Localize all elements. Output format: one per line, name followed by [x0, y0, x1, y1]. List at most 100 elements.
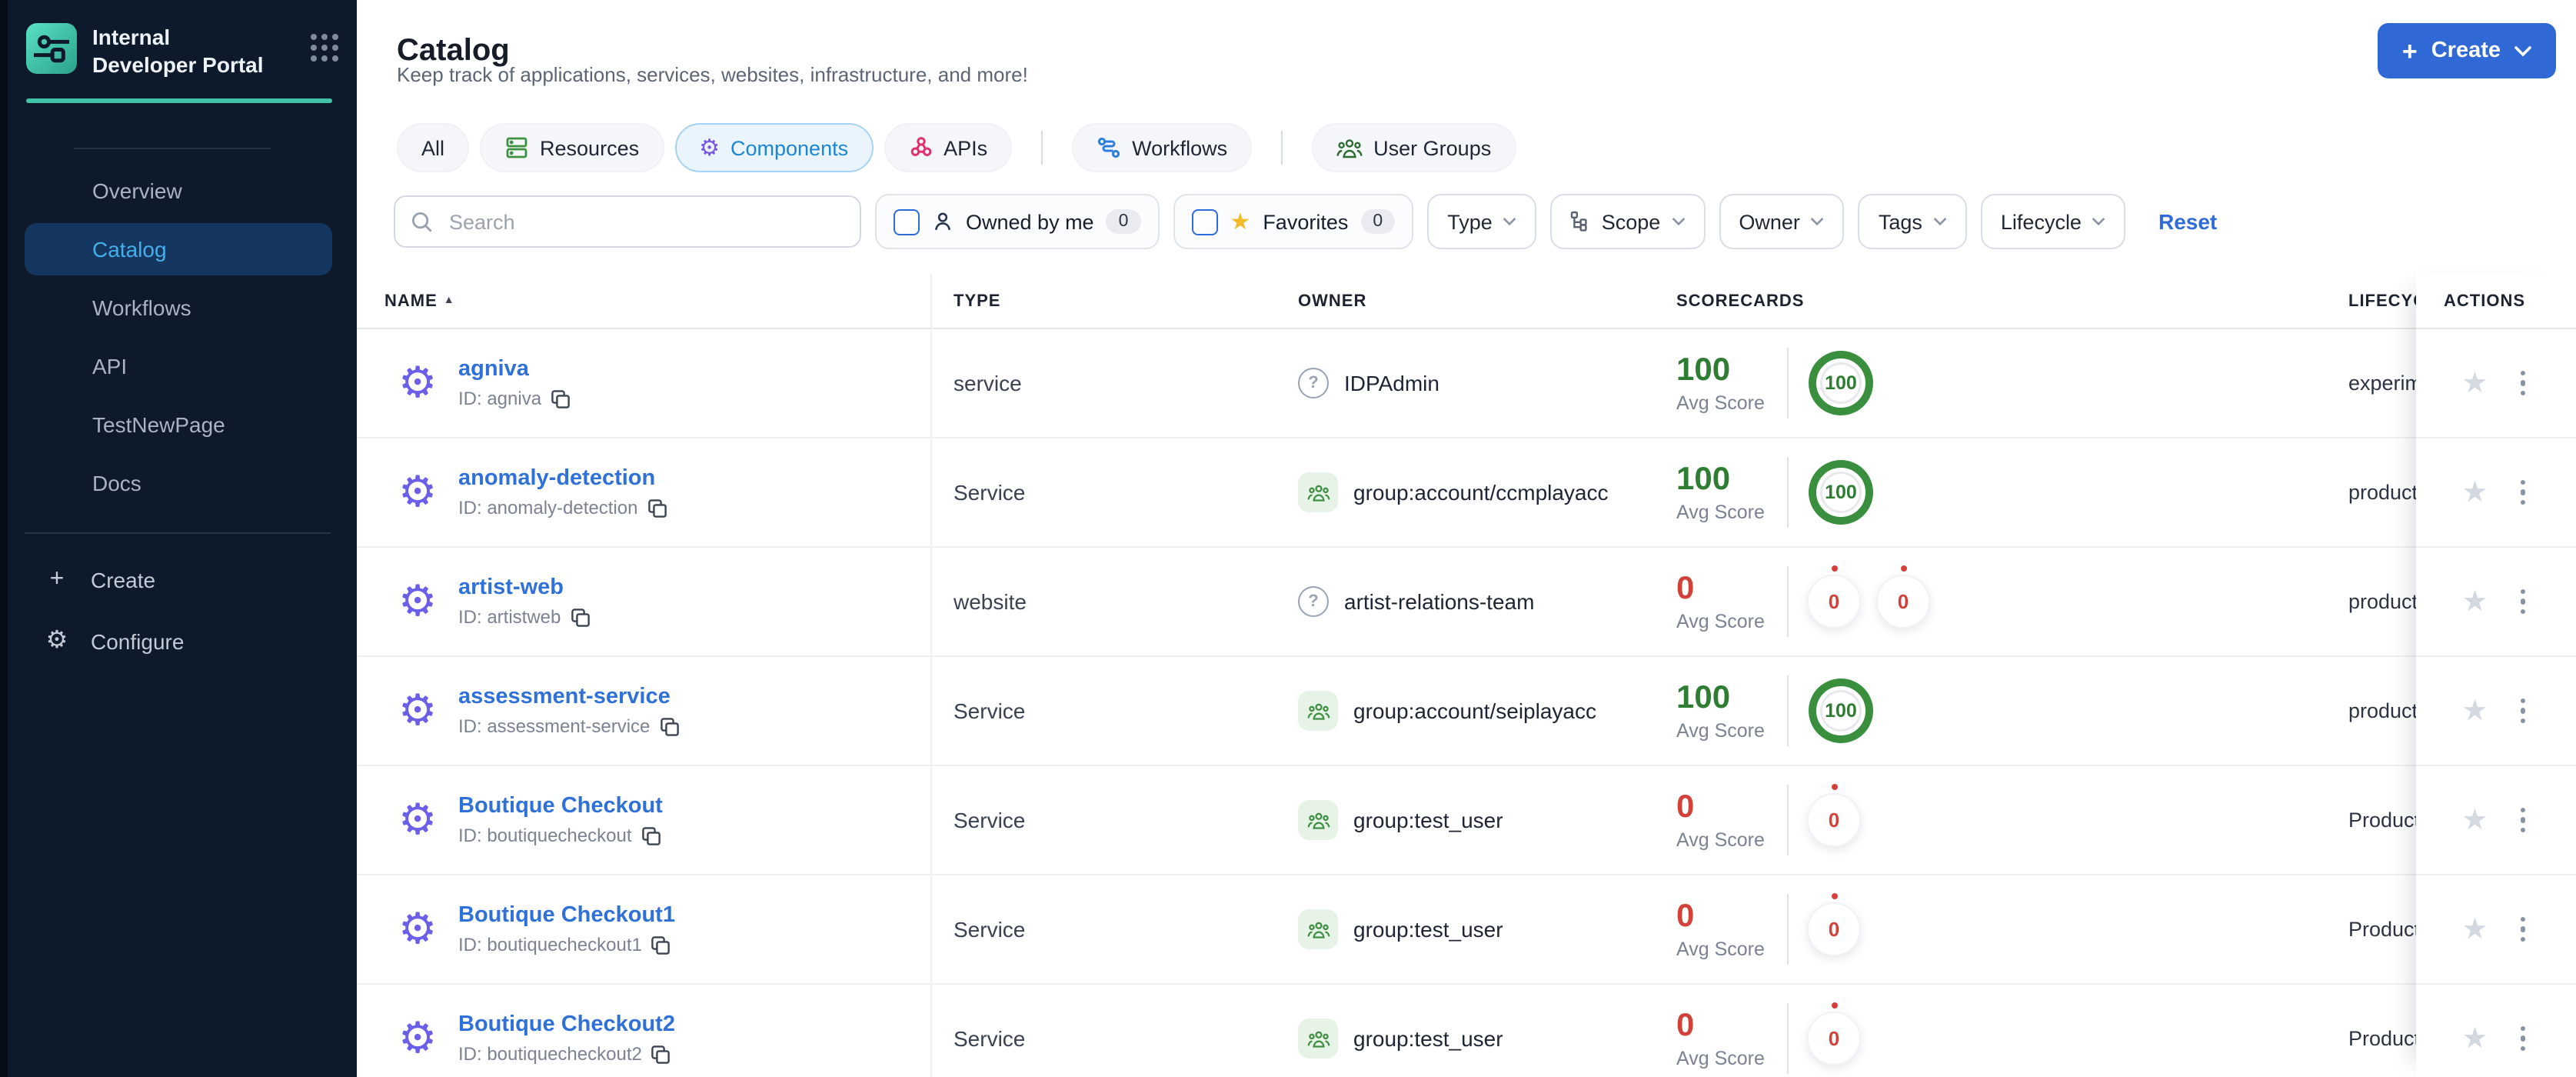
component-name-link[interactable]: Boutique Checkout [458, 794, 663, 819]
favorite-star-icon[interactable]: ★ [2461, 478, 2488, 507]
owned-by-me-checkbox[interactable] [894, 208, 920, 235]
owner-name: group:account/seiplayacc [1353, 699, 1596, 723]
table-row[interactable]: ⚙ Boutique Checkout1 ID: boutiquecheckou… [357, 875, 2576, 985]
scope-dropdown[interactable]: Scope [1550, 194, 1706, 249]
tags-dropdown[interactable]: Tags [1858, 194, 1967, 249]
kebab-menu-icon[interactable] [2516, 803, 2531, 838]
copy-icon[interactable] [651, 935, 671, 955]
owned-by-me-filter[interactable]: Owned by me 0 [875, 194, 1160, 249]
copy-icon[interactable] [651, 1044, 671, 1064]
tab-components[interactable]: ⚙ Components [674, 123, 874, 172]
star-icon: ★ [1230, 208, 1251, 235]
sidebar-item-workflows[interactable]: Workflows [0, 278, 357, 337]
chevron-down-icon [1933, 217, 1947, 226]
question-icon: ? [1298, 368, 1329, 398]
sidebar-create-label: Create [91, 568, 156, 592]
owner-name: group:test_user [1353, 1026, 1503, 1051]
owner-cell: group:account/ccmplayacc [1298, 472, 1609, 512]
app-switcher-icon[interactable] [311, 34, 338, 62]
nav-divider [74, 148, 271, 149]
table-row[interactable]: ⚙ anomaly-detection ID: anomaly-detectio… [357, 438, 2576, 548]
apis-icon [908, 135, 933, 160]
favorite-star-icon[interactable]: ★ [2461, 1024, 2488, 1053]
scorecard-rings: 0 [1809, 893, 1859, 955]
table-row[interactable]: ⚙ agniva ID: agniva service ? IDPAdmin 1… [357, 329, 2576, 438]
favorites-filter[interactable]: ★ Favorites 0 [1173, 194, 1414, 249]
plus-icon: + [49, 566, 65, 592]
avg-score-cell: 100 Avg Score [1676, 462, 1765, 523]
scope-tree-icon [1571, 211, 1591, 232]
owner-cell: group:account/seiplayacc [1298, 691, 1596, 731]
favorite-star-icon[interactable]: ★ [2461, 915, 2488, 944]
score-divider [1787, 675, 1789, 746]
row-actions: ★ [2416, 875, 2576, 985]
type-dropdown[interactable]: Type [1427, 194, 1537, 249]
search-input[interactable] [446, 208, 844, 235]
question-icon: ? [1298, 586, 1329, 617]
tab-all[interactable]: All [397, 123, 470, 172]
scorecard-ring: 100 [1809, 679, 1873, 743]
entity-type-tabs: All Resources ⚙ Components APIs Workflow… [397, 123, 1516, 172]
component-name-link[interactable]: artist-web [458, 575, 590, 600]
component-name-link[interactable]: Boutique Checkout2 [458, 1012, 675, 1037]
kebab-menu-icon[interactable] [2516, 585, 2531, 619]
reset-filters-link[interactable]: Reset [2158, 209, 2217, 234]
component-name-link[interactable]: anomaly-detection [458, 466, 667, 491]
kebab-menu-icon[interactable] [2516, 694, 2531, 729]
chevron-down-icon [2514, 45, 2531, 56]
component-name-link[interactable]: Boutique Checkout1 [458, 903, 675, 928]
kebab-menu-icon[interactable] [2516, 475, 2531, 510]
copy-icon[interactable] [641, 825, 661, 845]
favorite-star-icon[interactable]: ★ [2461, 696, 2488, 725]
sidebar-item-testnewpage[interactable]: TestNewPage [0, 395, 357, 454]
ring-score-value: 100 [1825, 700, 1857, 722]
copy-icon[interactable] [551, 388, 571, 408]
sidebar-item-catalog[interactable]: Catalog [25, 223, 332, 275]
tab-workflows[interactable]: Workflows [1072, 123, 1253, 172]
component-id: ID: agniva [458, 388, 542, 409]
create-button[interactable]: + Create [2377, 23, 2556, 78]
sidebar-item-overview[interactable]: Overview [0, 162, 357, 220]
component-name-link[interactable]: assessment-service [458, 685, 679, 709]
tab-user-groups[interactable]: User Groups [1312, 123, 1516, 172]
copy-icon[interactable] [647, 498, 667, 518]
scorecard-ring: 0 [1809, 784, 1859, 845]
avg-score-value: 0 [1676, 789, 1695, 825]
scorecard-ring: 0 [1809, 1002, 1859, 1064]
row-actions: ★ [2416, 985, 2576, 1077]
lifecycle-dropdown[interactable]: Lifecycle [1980, 194, 2126, 249]
table-row[interactable]: ⚙ assessment-service ID: assessment-serv… [357, 657, 2576, 766]
tab-resources[interactable]: Resources [480, 123, 664, 172]
component-id: ID: boutiquecheckout1 [458, 934, 642, 955]
sidebar-item-docs[interactable]: Docs [0, 454, 357, 512]
favorite-star-icon[interactable]: ★ [2461, 587, 2488, 616]
copy-icon[interactable] [570, 607, 590, 627]
component-name-link[interactable]: agniva [458, 357, 571, 382]
column-header-name[interactable]: NAME ▲ [384, 292, 455, 310]
avg-score-label: Avg Score [1676, 611, 1765, 633]
scorecard-ring: 0 [1809, 893, 1859, 955]
favorite-star-icon[interactable]: ★ [2461, 368, 2488, 398]
favorite-star-icon[interactable]: ★ [2461, 805, 2488, 835]
table-row[interactable]: ⚙ Boutique Checkout2 ID: boutiquecheckou… [357, 985, 2576, 1077]
copy-icon[interactable] [659, 716, 679, 736]
lifecycle-dropdown-label: Lifecycle [2000, 210, 2082, 233]
owner-name: artist-relations-team [1344, 589, 1535, 614]
sidebar-item-api[interactable]: API [0, 337, 357, 395]
component-type: Service [954, 808, 1026, 832]
avg-score-value: 0 [1676, 570, 1695, 606]
table-row[interactable]: ⚙ Boutique Checkout ID: boutiquecheckout… [357, 766, 2576, 875]
zero-progress-dot [1900, 565, 1906, 572]
kebab-menu-icon[interactable] [2516, 1022, 2531, 1056]
tab-apis[interactable]: APIs [884, 123, 1013, 172]
sidebar-create-button[interactable]: + Create [0, 549, 357, 611]
component-id: ID: artistweb [458, 606, 561, 628]
score-divider [1787, 1003, 1789, 1074]
table-row[interactable]: ⚙ artist-web ID: artistweb website ? art… [357, 548, 2576, 657]
sidebar-configure-button[interactable]: ⚙ Configure [0, 611, 357, 672]
kebab-menu-icon[interactable] [2516, 366, 2531, 401]
kebab-menu-icon[interactable] [2516, 912, 2531, 947]
favorites-label: Favorites [1263, 210, 1349, 233]
favorites-checkbox[interactable] [1191, 208, 1218, 235]
owner-dropdown[interactable]: Owner [1719, 194, 1845, 249]
